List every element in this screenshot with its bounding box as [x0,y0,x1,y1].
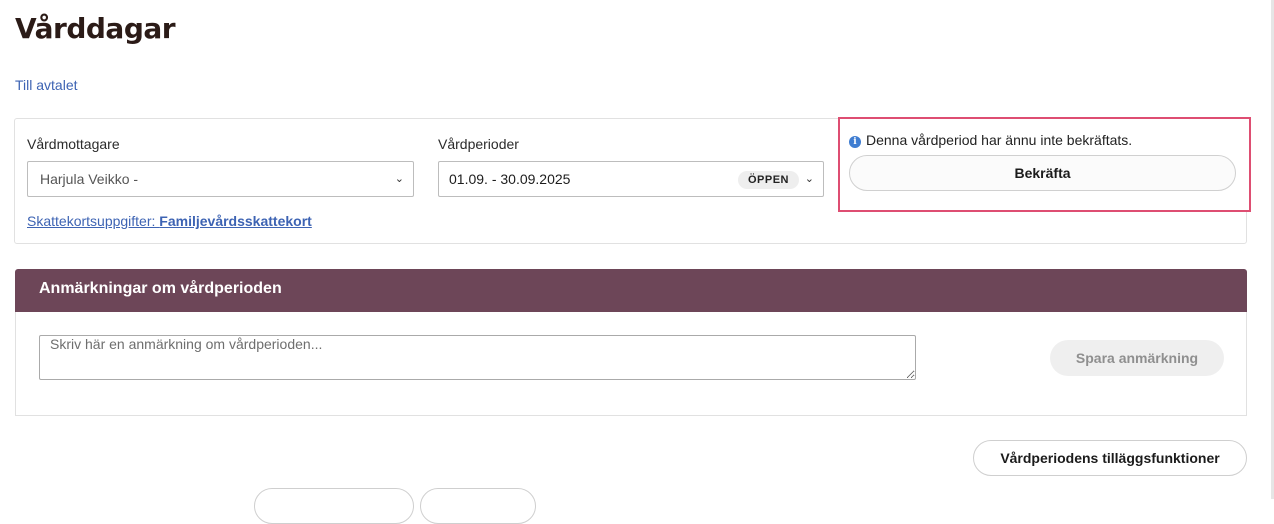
info-icon: i [849,136,861,148]
chevron-down-icon: ⌄ [394,173,404,185]
status-badge: ÖPPEN [737,171,799,189]
notes-section-title: Anmärkningar om vårdperioden [39,280,282,297]
period-label: Vårdperioder [438,136,519,152]
save-note-button[interactable]: Spara anmärkning [1050,340,1224,376]
page-title: Vårddagar [15,12,176,45]
notes-section-body: Spara anmärkning [15,312,1247,416]
confirmation-panel: i Denna vårdperiod har ännu inte bekräfta… [838,117,1251,212]
note-textarea[interactable] [39,335,916,380]
notes-section-header: Anmärkningar om vårdperioden [15,269,1247,312]
period-select[interactable]: 01.09. - 30.09.2025 ÖPPEN ⌄ [438,161,824,197]
confirm-button[interactable]: Bekräfta [849,155,1236,191]
chevron-down-icon: ⌄ [804,173,814,185]
confirmation-message-row: i Denna vårdperiod har ännu inte bekräfta… [849,132,1132,148]
tax-card-prefix: Skattekortsuppgifter: [27,213,160,229]
period-extras-button[interactable]: Vårdperiodens tilläggsfunktioner [973,440,1247,476]
confirmation-message: Denna vårdperiod har ännu inte bekräftat… [866,132,1133,148]
recipient-select-value: Harjula Veikko - [40,171,139,187]
partial-button[interactable] [254,488,414,524]
tax-card-link[interactable]: Skattekortsuppgifter: Familjevårdsskatte… [27,213,312,229]
recipient-label: Vårdmottagare [27,136,120,152]
partial-button[interactable] [420,488,536,524]
back-to-agreement-link[interactable]: Till avtalet [15,77,78,93]
period-select-value: 01.09. - 30.09.2025 [449,171,571,187]
recipient-select[interactable]: Harjula Veikko - ⌄ [27,161,414,197]
tax-card-value: Familjevårdsskattekort [159,213,312,229]
